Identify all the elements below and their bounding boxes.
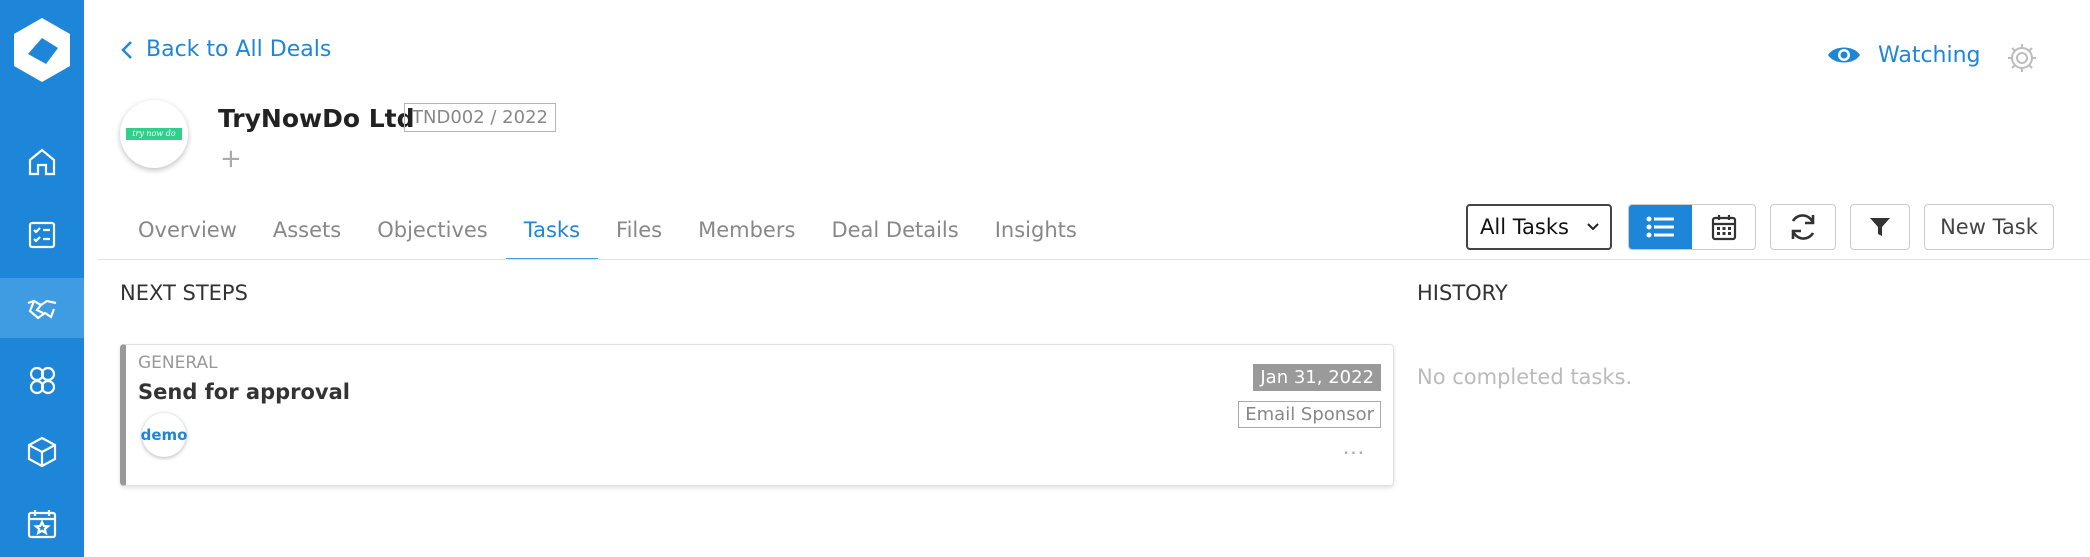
filter-button[interactable] xyxy=(1850,204,1910,250)
task-due-date: Jan 31, 2022 xyxy=(1253,364,1381,391)
calendar-icon xyxy=(1711,215,1736,241)
chevron-down-icon xyxy=(1587,223,1599,231)
history-empty-state: No completed tasks. xyxy=(1417,365,1633,389)
add-tag-button[interactable]: + xyxy=(220,144,242,174)
tab-tasks[interactable]: Tasks xyxy=(505,205,599,260)
eye-icon xyxy=(1828,47,1860,63)
watching-toggle[interactable]: Watching xyxy=(1826,40,1981,70)
people-icon xyxy=(29,366,56,395)
app-logo[interactable] xyxy=(6,14,78,86)
list-view-button[interactable] xyxy=(1629,205,1692,249)
sidebar-item-tasks[interactable] xyxy=(0,205,84,265)
assignee-avatar: demo xyxy=(141,413,187,457)
deal-title: TryNowDo Ltd xyxy=(218,104,415,133)
task-category: GENERAL xyxy=(138,353,218,373)
tab-assets[interactable]: Assets xyxy=(255,205,359,260)
box-icon xyxy=(27,436,57,468)
company-logo: try now do xyxy=(120,100,188,168)
list-icon xyxy=(1646,216,1674,238)
sidebar-item-home[interactable] xyxy=(0,132,84,192)
tab-insights[interactable]: Insights xyxy=(977,205,1095,260)
home-icon xyxy=(28,148,56,176)
task-filter-select[interactable]: All Tasks xyxy=(1466,204,1612,250)
new-task-button[interactable]: New Task xyxy=(1924,204,2054,250)
handshake-icon xyxy=(27,299,57,320)
deal-tabs: Overview Assets Objectives Tasks Files M… xyxy=(120,205,1095,260)
tab-divider xyxy=(98,259,2090,260)
chevron-left-icon xyxy=(121,40,132,59)
tab-files[interactable]: Files xyxy=(598,205,680,260)
back-to-deals-link[interactable]: Back to All Deals xyxy=(118,37,331,62)
tab-deal-details[interactable]: Deal Details xyxy=(813,205,976,260)
refresh-icon xyxy=(1791,214,1815,240)
more-options-icon[interactable]: ··· xyxy=(1343,441,1365,465)
checklist-icon xyxy=(28,221,56,249)
task-card[interactable]: GENERAL Send for approval demo Jan 31, 2… xyxy=(120,344,1394,486)
sidebar xyxy=(0,0,84,557)
company-logo-text: try now do xyxy=(126,128,182,140)
sidebar-item-deals[interactable] xyxy=(0,278,84,338)
calendar-star-icon xyxy=(27,510,57,539)
deal-code-badge: TND002 / 2022 xyxy=(404,103,556,132)
refresh-button[interactable] xyxy=(1770,204,1836,250)
sidebar-item-calendar[interactable] xyxy=(0,494,84,554)
task-type-tag: Email Sponsor xyxy=(1238,401,1381,428)
tab-members[interactable]: Members xyxy=(680,205,813,260)
next-steps-heading: NEXT STEPS xyxy=(120,281,248,305)
calendar-view-button[interactable] xyxy=(1692,205,1755,249)
watching-label: Watching xyxy=(1878,42,1981,68)
back-link-label: Back to All Deals xyxy=(146,37,332,62)
gear-icon[interactable] xyxy=(2006,42,2038,74)
tab-objectives[interactable]: Objectives xyxy=(359,205,506,260)
view-toggle xyxy=(1628,204,1756,250)
sidebar-item-contacts[interactable] xyxy=(0,350,84,410)
tab-overview[interactable]: Overview xyxy=(120,205,255,260)
sidebar-item-assets[interactable] xyxy=(0,422,84,482)
filter-icon xyxy=(1870,218,1890,236)
task-title[interactable]: Send for approval xyxy=(138,380,350,404)
history-heading: HISTORY xyxy=(1417,281,1508,305)
task-filter-value: All Tasks xyxy=(1480,215,1569,239)
